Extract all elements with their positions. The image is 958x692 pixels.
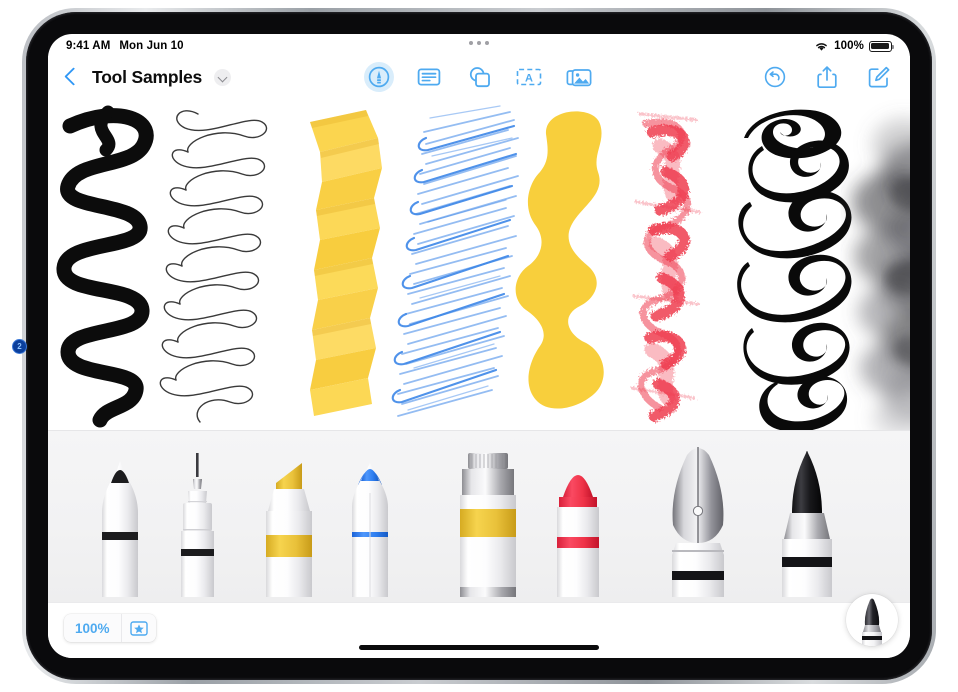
wifi-icon: [814, 41, 829, 52]
tool-palette: [48, 430, 910, 602]
stroke-sample-crayon: [630, 112, 702, 422]
tool-pencil: [102, 461, 138, 597]
zoom-level-button[interactable]: 100%: [64, 614, 121, 642]
ipad-screen: 9:41 AM Mon Jun 10 100% Tool Samples A 1…: [48, 34, 910, 658]
note-lines-icon: [417, 67, 441, 87]
status-date: Mon Jun 10: [119, 40, 184, 52]
home-indicator: [359, 645, 599, 650]
nav-left-group: Tool Samples: [64, 64, 232, 90]
compose-pencil-icon: [868, 66, 890, 88]
page-title: Tool Samples: [92, 66, 203, 87]
screenshot-root: 2 9:41 AM Mon Jun 10 100% Tool Samples A…: [0, 0, 958, 692]
status-bar: 9:41 AM Mon Jun 10 100%: [48, 34, 910, 56]
text-box-tool[interactable]: A: [514, 62, 544, 92]
navigation-bar: Tool Samples A: [48, 56, 910, 98]
favorites-button[interactable]: [122, 614, 156, 642]
share-button[interactable]: [812, 62, 842, 92]
shapes-tool[interactable]: [464, 62, 494, 92]
bottom-bar: 100%: [48, 594, 910, 658]
stroke-sample-fountain-pen: [737, 109, 852, 430]
star-box-icon: [129, 620, 148, 636]
annotation-callout-2: 2: [12, 339, 27, 354]
note-tool[interactable]: [414, 62, 444, 92]
markup-toolbar: A: [364, 56, 594, 98]
markup-tool[interactable]: [364, 62, 394, 92]
selected-tool-fountain-pen[interactable]: [846, 594, 898, 646]
stroke-sample-paint: [515, 111, 604, 409]
undo-circle-icon: [764, 66, 786, 88]
status-time: 9:41 AM: [66, 40, 111, 52]
pen-circle-icon: [368, 66, 390, 88]
battery-percent-label: 100%: [834, 40, 864, 52]
tool-paint-tube: [460, 453, 516, 597]
tool-brush: [782, 451, 832, 597]
stroke-sample-marker: [391, 105, 519, 417]
status-bar-left: 9:41 AM Mon Jun 10: [66, 40, 184, 52]
zoom-control: 100%: [64, 614, 156, 642]
tool-fountain-pen: [672, 447, 724, 597]
stroke-sample-thin-pen: [159, 110, 268, 423]
tool-highlighter: [266, 463, 312, 597]
undo-button[interactable]: [760, 62, 790, 92]
stroke-sample-watercolor: [852, 118, 910, 430]
text-box-a-icon: A: [516, 67, 542, 87]
multitasking-dots-icon[interactable]: [469, 41, 489, 45]
shapes-icon: [467, 66, 491, 88]
battery-icon: [869, 40, 895, 52]
chevron-left-icon[interactable]: [64, 64, 80, 90]
photos-icon: [566, 67, 592, 88]
svg-text:A: A: [525, 73, 533, 85]
stroke-sample-pen-thick: [56, 105, 154, 428]
share-up-arrow-icon: [817, 65, 837, 89]
tool-fineliner: [181, 453, 214, 597]
media-tool[interactable]: [564, 62, 594, 92]
status-bar-right: 100%: [814, 40, 895, 52]
tool-crayon: [557, 475, 599, 597]
drawing-canvas[interactable]: [48, 98, 910, 430]
compose-button[interactable]: [864, 62, 894, 92]
stroke-sample-highlighter: [310, 110, 382, 416]
tool-marker: [352, 463, 388, 597]
nav-right-group: [760, 62, 894, 92]
chevron-down-icon[interactable]: [214, 68, 232, 86]
